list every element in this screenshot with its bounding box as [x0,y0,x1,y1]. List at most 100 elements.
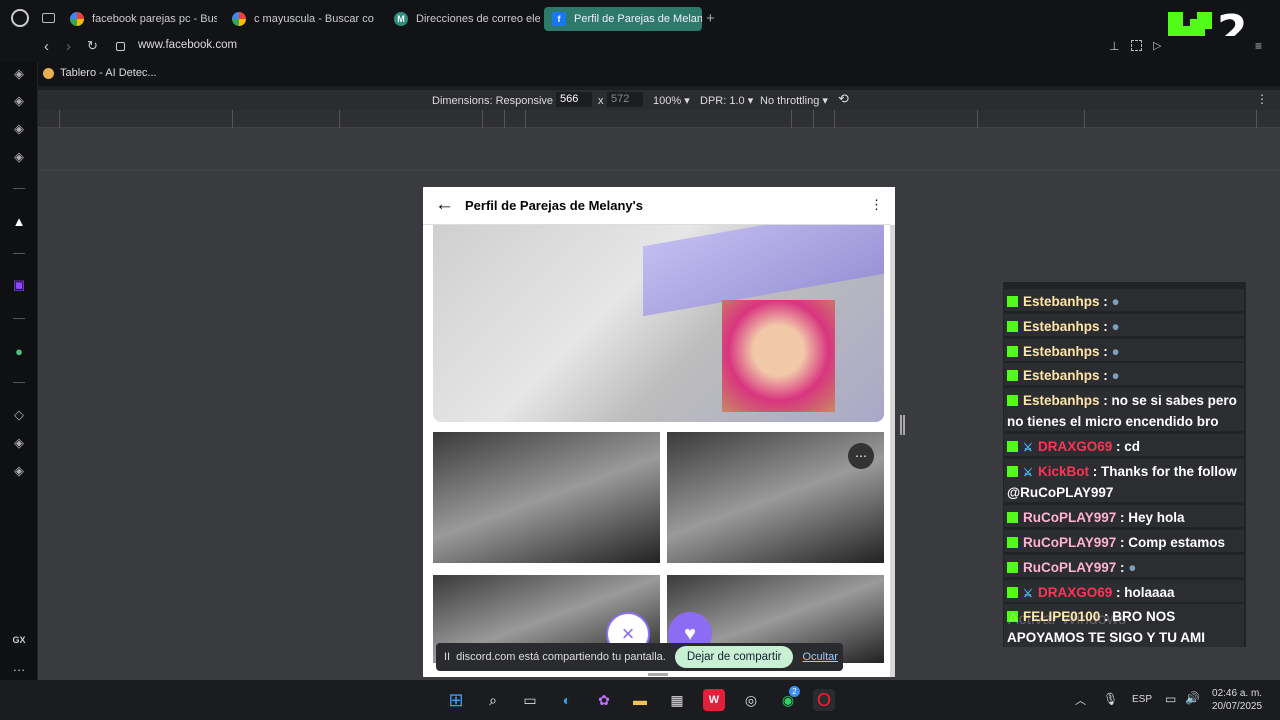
task-view-icon[interactable]: ▭ [519,689,541,711]
emote-icon: ● [1111,368,1120,383]
copilot-icon[interactable]: ✿ [593,689,615,711]
tab-c-mayuscula[interactable]: c mayuscula - Buscar co [224,7,379,31]
brain-icon [43,67,54,79]
divider [13,382,25,383]
menu-icon[interactable]: ≡ [1255,39,1262,53]
times-label: x [598,95,604,107]
chat-username[interactable]: DRAXGO69 [1038,585,1112,600]
chat-username[interactable]: Estebanhps [1023,319,1100,334]
pin-icon[interactable]: ⊥ [1109,39,1119,53]
url-field[interactable]: www.facebook.com [138,39,237,51]
chat-separator: : [1099,344,1112,359]
dpr-select[interactable]: DPR: 1.0 ▾ [700,94,753,107]
diamond-icon[interactable]: ◈ [11,435,27,451]
pause-icon: II [444,651,451,663]
chat-message: RuCoPLAY997 : ● [1004,555,1244,577]
chat-username[interactable]: Estebanhps [1023,344,1100,359]
forward-icon[interactable]: › [66,38,71,55]
diamond-icon[interactable]: ◈ [11,121,27,137]
throttling-select[interactable]: No throttling ▾ [760,94,828,107]
back-icon[interactable]: ‹ [44,38,49,55]
stop-sharing-button[interactable]: Dejar de compartir [674,646,794,668]
opera-gx-icon[interactable]: O [813,689,835,711]
chat-message: Estebanhps : ● [1004,363,1244,385]
windows-start-icon[interactable]: ⊞ [445,689,467,711]
scrollbar[interactable] [890,225,895,677]
chat-username[interactable]: Estebanhps [1023,294,1100,309]
player-icon[interactable]: ▷ [1153,39,1161,52]
more-icon[interactable]: ⋯ [848,443,874,469]
folder-icon[interactable]: ▬ [629,689,651,711]
network-icon[interactable]: ▭ [1165,692,1176,706]
diamond-icon[interactable]: ◇ [11,407,27,423]
kick-badge-icon [1007,296,1018,307]
chat-message: ⚔ KickBot : Thanks for the follow @RuCoPL… [1004,459,1244,502]
diamond-icon[interactable]: ◈ [11,66,27,82]
chat-username[interactable]: RuCoPLAY997 [1023,535,1116,550]
diamond-icon[interactable]: ◈ [11,463,27,479]
chat-message: Estebanhps : no se si sabes pero no tien… [1004,388,1244,431]
twitch-icon[interactable]: ▣ [11,277,27,293]
microphone-icon[interactable]: 🎙 [1103,692,1118,706]
workspaces-icon[interactable] [42,13,55,23]
emote-icon: ● [1111,319,1120,334]
wps-icon[interactable]: W [703,689,725,711]
child-photo [722,300,835,412]
search-icon[interactable]: ⌕ [482,689,504,711]
kick-badge-icon [1007,441,1018,452]
steam-icon[interactable]: ◎ [740,689,762,711]
diamond-icon[interactable]: ◈ [11,93,27,109]
share-message: discord.com está compartiendo tu pantall… [456,651,666,663]
new-tab-button[interactable]: + [706,10,715,27]
tab-facebook-parejas[interactable]: facebook parejas pc - Bus [62,7,217,31]
width-input[interactable]: 566 [556,92,592,107]
back-arrow-icon[interactable]: ← [435,194,454,216]
chat-username[interactable]: KickBot [1038,464,1089,479]
reload-icon[interactable]: ↻ [87,38,98,54]
profile-photo[interactable] [433,225,884,422]
chat-username[interactable]: RuCoPLAY997 [1023,560,1116,575]
diamond-icon[interactable]: ◈ [11,149,27,165]
tab-direcciones-correo[interactable]: M Direcciones de correo ele [386,7,540,31]
kick-badge-icon [1007,321,1018,332]
kick-badge-icon [1007,562,1018,573]
music-icon[interactable]: ● [11,343,27,359]
dimensions-select[interactable]: Dimensions: Responsive ▾ [432,94,562,107]
emote-icon: ● [1128,560,1137,575]
language-indicator[interactable]: ESP [1132,694,1152,705]
chat-username[interactable]: DRAXGO69 [1038,439,1112,454]
snapshot-icon[interactable] [1131,40,1142,51]
rotate-icon[interactable]: ⟲ [838,91,849,107]
chat-username[interactable]: Estebanhps [1023,368,1100,383]
gx-icon[interactable]: GX [11,632,27,648]
hide-link[interactable]: Ocultar [802,651,837,663]
edge-icon[interactable]: ◐ [556,689,578,711]
tab-perfil-parejas[interactable]: f Perfil de Parejas de Melan [544,7,702,31]
resize-handle-icon[interactable] [648,673,668,676]
chat-text: Comp estamos [1128,535,1226,550]
height-input[interactable]: 572 [607,92,643,107]
volume-icon[interactable]: 🔊 [1185,691,1200,705]
more-options-icon[interactable]: ⋮ [870,197,883,213]
facebook-header: ← Perfil de Parejas de Melany's ⋮ [423,187,890,225]
activation-watermark: Activar Windows [1008,611,1127,628]
chat-username[interactable]: Estebanhps [1023,393,1100,408]
resize-handle-icon[interactable] [900,415,905,435]
clock[interactable]: 02:46 a. m. 20/07/2025 [1212,687,1262,713]
chevron-up-icon[interactable]: ︿ [1075,692,1086,708]
bookmark-ai-detector[interactable]: Tablero - AI Detec... [43,67,157,79]
aria-icon[interactable]: ▲ [11,213,27,229]
devtools-toolbar: Dimensions: Responsive ▾ 566 x 572 100% … [38,90,1280,110]
chat-separator: : [1099,319,1112,334]
lock-icon[interactable] [116,42,125,51]
chat-username[interactable]: RuCoPLAY997 [1023,510,1116,525]
more-icon[interactable]: … [11,658,27,674]
tab-bar: facebook parejas pc - Bus c mayuscula - … [0,0,1280,36]
more-options-icon[interactable]: ⋮ [1256,92,1268,106]
zoom-select[interactable]: 100% ▾ [653,94,690,107]
opera-menu-icon[interactable] [11,9,29,27]
grid-photo[interactable] [433,432,660,563]
photo-grid: ⋯ × ♥ [433,432,884,663]
chat-message: Estebanhps : ● [1004,289,1244,311]
store-icon[interactable]: ▦ [666,689,688,711]
